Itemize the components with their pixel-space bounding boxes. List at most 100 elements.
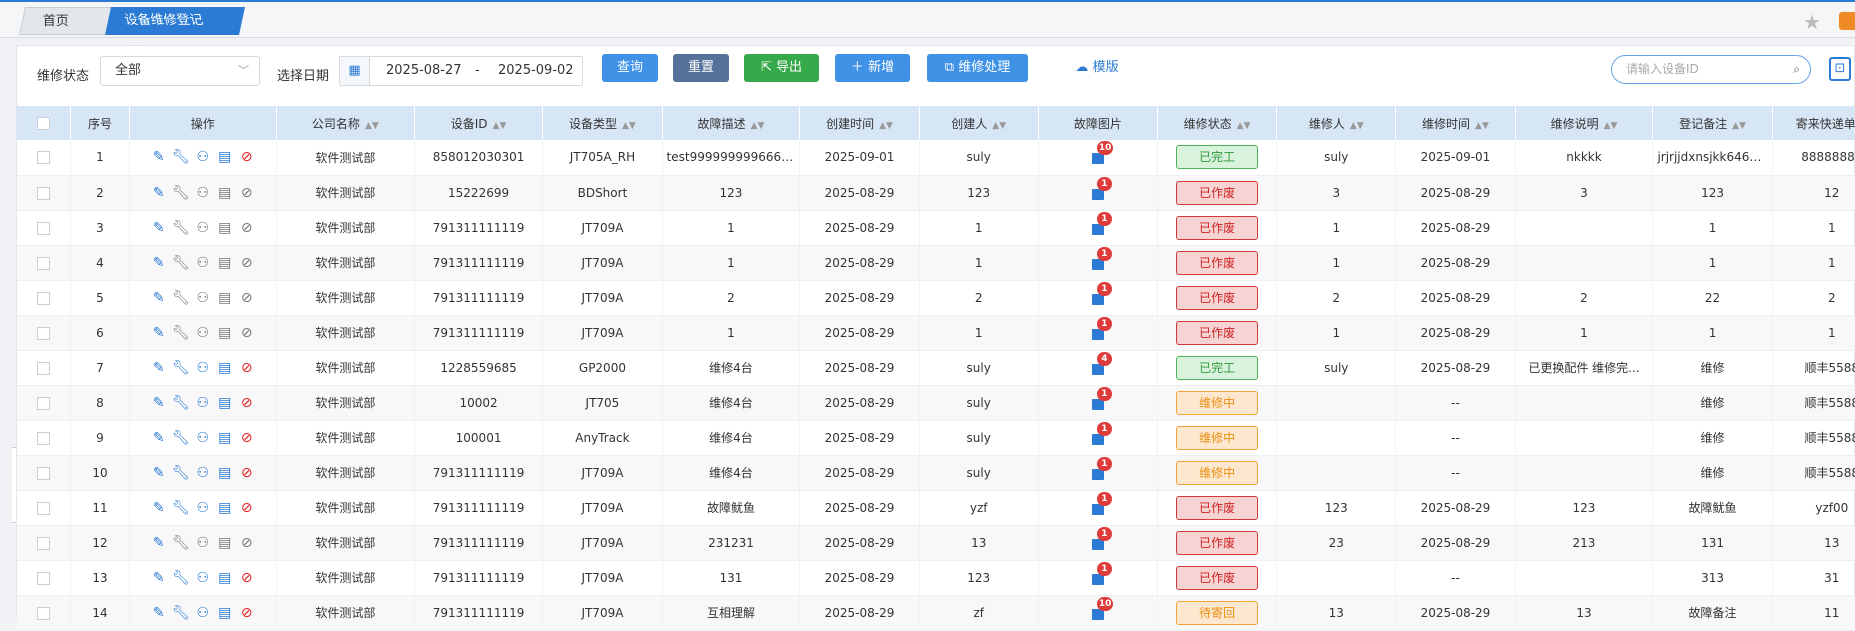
image-icon[interactable]: 1 <box>1091 176 1112 200</box>
wrench-icon[interactable]: 🔧︎ <box>170 465 192 481</box>
sort-icon[interactable]: ▲▼ <box>493 121 507 131</box>
document-icon[interactable]: ▤ <box>214 360 236 376</box>
advanced-search-icon[interactable]: ⊡ <box>1829 57 1851 81</box>
wrench-icon[interactable]: 🔧︎ <box>170 255 192 271</box>
row-checkbox[interactable] <box>17 350 72 386</box>
device-id-search-input[interactable]: 请输入设备ID ⌕ <box>1611 55 1811 84</box>
row-checkbox[interactable] <box>17 455 72 491</box>
void-icon[interactable]: ⊘ <box>236 500 258 516</box>
col-header-repair-note[interactable]: 维修说明 ▲▼ <box>1515 106 1654 140</box>
wrench-icon[interactable]: 🔧︎ <box>170 395 192 411</box>
table-row[interactable]: 13 ✎ 🔧︎ ⚇ ▤ ⊘ 软件测试部 791311111119 JT709A 131 2025-0… <box>17 560 1855 596</box>
table-row[interactable]: 12 ✎ 🔧︎ ⚇ ▤ ⊘ 软件测试部 791311111119 JT709A 231231 202… <box>17 525 1855 561</box>
user-icon[interactable]: ⚇ <box>192 395 214 411</box>
edit-icon[interactable]: ✎ <box>148 290 170 306</box>
table-row[interactable]: 11 ✎ 🔧︎ ⚇ ▤ ⊘ 软件测试部 791311111119 JT709A 故障鱿鱼 2025-… <box>17 490 1855 526</box>
image-icon[interactable]: 1 <box>1091 386 1112 410</box>
sort-icon[interactable]: ▲▼ <box>1350 121 1364 131</box>
document-icon[interactable]: ▤ <box>214 465 236 481</box>
add-button[interactable]: ＋ 新增 <box>835 54 910 82</box>
edit-icon[interactable]: ✎ <box>148 325 170 341</box>
checkbox[interactable] <box>37 186 51 200</box>
user-icon[interactable]: ⚇ <box>192 255 214 271</box>
image-icon[interactable]: 1 <box>1091 561 1112 585</box>
sort-icon[interactable]: ▲▼ <box>1475 121 1489 131</box>
void-icon[interactable]: ⊘ <box>236 605 258 621</box>
void-icon[interactable]: ⊘ <box>236 255 258 271</box>
image-icon[interactable]: 1 <box>1091 211 1112 235</box>
checkbox[interactable] <box>37 326 51 340</box>
col-header-repairer[interactable]: 维修人 ▲▼ <box>1276 106 1397 140</box>
col-header-register-remark[interactable]: 登记备注 ▲▼ <box>1652 106 1773 140</box>
edit-icon[interactable]: ✎ <box>148 149 170 165</box>
wrench-icon[interactable]: 🔧︎ <box>170 570 192 586</box>
wrench-icon[interactable]: 🔧︎ <box>170 325 192 341</box>
table-row[interactable]: 10 ✎ 🔧︎ ⚇ ▤ ⊘ 软件测试部 791311111119 JT709A 维修4台 2025-… <box>17 455 1855 491</box>
void-icon[interactable]: ⊘ <box>236 185 258 201</box>
row-checkbox[interactable] <box>17 175 72 211</box>
edit-icon[interactable]: ✎ <box>148 360 170 376</box>
table-row[interactable]: 14 ✎ 🔧︎ ⚇ ▤ ⊘ 软件测试部 791311111119 JT709A 互相理解 2025-… <box>17 595 1855 631</box>
user-icon[interactable]: ⚇ <box>192 185 214 201</box>
col-header-created-time[interactable]: 创建时间 ▲▼ <box>799 106 920 140</box>
document-icon[interactable]: ▤ <box>214 290 236 306</box>
repair-process-button[interactable]: ⧉ 维修处理 <box>927 54 1028 82</box>
document-icon[interactable]: ▤ <box>214 395 236 411</box>
date-range-picker[interactable]: ▦ 2025-08-27 - 2025-09-02 <box>339 56 583 86</box>
document-icon[interactable]: ▤ <box>214 255 236 271</box>
void-icon[interactable]: ⊘ <box>236 535 258 551</box>
template-button[interactable]: ☁ 模版 <box>1057 54 1137 82</box>
notification-icon[interactable] <box>1839 12 1855 30</box>
document-icon[interactable]: ▤ <box>214 430 236 446</box>
col-header-device-id[interactable]: 设备ID ▲▼ <box>414 106 544 140</box>
document-icon[interactable]: ▤ <box>214 149 236 165</box>
row-checkbox[interactable] <box>17 385 72 421</box>
user-icon[interactable]: ⚇ <box>192 570 214 586</box>
wrench-icon[interactable]: 🔧︎ <box>170 360 192 376</box>
edit-icon[interactable]: ✎ <box>148 570 170 586</box>
user-icon[interactable]: ⚇ <box>192 430 214 446</box>
user-icon[interactable]: ⚇ <box>192 465 214 481</box>
image-icon[interactable]: 1 <box>1091 281 1112 305</box>
image-icon[interactable]: 1 <box>1091 456 1112 480</box>
user-icon[interactable]: ⚇ <box>192 500 214 516</box>
checkbox[interactable] <box>37 606 51 620</box>
sort-icon[interactable]: ▲▼ <box>365 121 379 131</box>
sort-icon[interactable]: ▲▼ <box>992 121 1006 131</box>
image-icon[interactable]: 1 <box>1091 421 1112 445</box>
checkbox[interactable] <box>37 536 51 550</box>
col-header-fault-desc[interactable]: 故障描述 ▲▼ <box>662 106 801 140</box>
document-icon[interactable]: ▤ <box>214 570 236 586</box>
table-row[interactable]: 1 ✎ 🔧︎ ⚇ ▤ ⊘ 软件测试部 858012030301 JT705A_RH test999… <box>17 140 1855 176</box>
status-select[interactable]: 全部 ﹀ <box>100 56 260 86</box>
table-row[interactable]: 7 ✎ 🔧︎ ⚇ ▤ ⊘ 软件测试部 1228559685 GP2000 维修4台 2025-08-… <box>17 350 1855 386</box>
tab-device-repair[interactable]: 设备维修登记✕ <box>105 7 245 56</box>
document-icon[interactable]: ▤ <box>214 325 236 341</box>
col-header-repair-time[interactable]: 维修时间 ▲▼ <box>1395 106 1516 140</box>
edit-icon[interactable]: ✎ <box>148 500 170 516</box>
sort-icon[interactable]: ▲▼ <box>751 121 765 131</box>
user-icon[interactable]: ⚇ <box>192 360 214 376</box>
wrench-icon[interactable]: 🔧︎ <box>170 290 192 306</box>
edit-icon[interactable]: ✎ <box>148 465 170 481</box>
col-header-repair-status[interactable]: 维修状态 ▲▼ <box>1157 106 1278 140</box>
void-icon[interactable]: ⊘ <box>236 325 258 341</box>
tab-home[interactable]: 首页 <box>19 7 115 35</box>
user-icon[interactable]: ⚇ <box>192 220 214 236</box>
void-icon[interactable]: ⊘ <box>236 360 258 376</box>
user-icon[interactable]: ⚇ <box>192 325 214 341</box>
image-icon[interactable]: 10 <box>1091 596 1114 620</box>
query-button[interactable]: 查询 <box>602 54 658 82</box>
checkbox[interactable] <box>37 501 51 515</box>
document-icon[interactable]: ▤ <box>214 500 236 516</box>
col-header-device-type[interactable]: 设备类型 ▲▼ <box>542 106 663 140</box>
row-checkbox[interactable] <box>17 490 72 526</box>
sort-icon[interactable]: ▲▼ <box>1732 121 1746 131</box>
row-checkbox[interactable] <box>17 595 72 631</box>
date-from[interactable]: 2025-08-27 <box>386 63 462 78</box>
void-icon[interactable]: ⊘ <box>236 570 258 586</box>
select-all-checkbox[interactable] <box>17 106 72 140</box>
wrench-icon[interactable]: 🔧︎ <box>170 185 192 201</box>
user-icon[interactable]: ⚇ <box>192 605 214 621</box>
user-icon[interactable]: ⚇ <box>192 149 214 165</box>
